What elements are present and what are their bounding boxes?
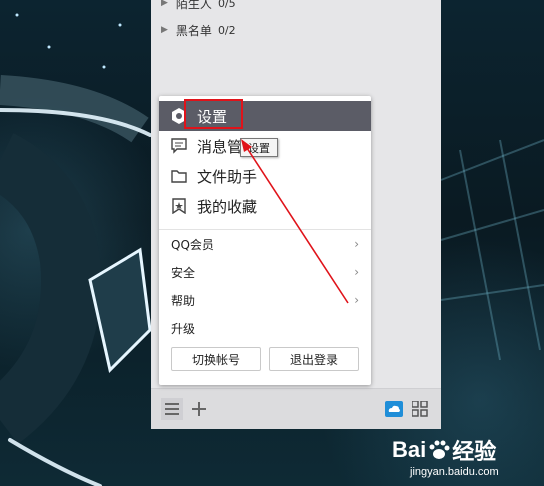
menu-item-label: 安全 — [171, 265, 196, 280]
settings-tooltip: 设置 — [240, 138, 278, 157]
menu-item-label: 消息管 — [197, 137, 243, 156]
app-manager-button[interactable] — [409, 398, 431, 420]
group-count: 0/5 — [217, 0, 236, 10]
add-button[interactable] — [188, 398, 210, 420]
switch-account-button[interactable]: 切换帐号 — [171, 347, 261, 371]
folder-icon — [170, 167, 188, 185]
menu-item-label: 我的收藏 — [197, 197, 258, 216]
chevron-right-icon: › — [354, 265, 359, 279]
apps-grid-icon — [412, 401, 428, 417]
menu-item-file-assistant[interactable]: 文件助手 — [159, 161, 371, 191]
menu-item-label: 帮助 — [171, 293, 196, 308]
menu-icon — [165, 403, 179, 415]
menu-item-label: 文件助手 — [197, 167, 258, 186]
main-menu-button[interactable] — [161, 398, 183, 420]
baidu-jingyan-watermark: Bai 经验 jingyan.baidu.com — [392, 434, 542, 486]
chevron-right-icon: › — [354, 237, 359, 251]
menu-item-help[interactable]: 帮助 › — [159, 286, 371, 314]
group-name: 黑名单 — [175, 23, 212, 38]
add-icon — [192, 402, 206, 416]
watermark-domain: jingyan.baidu.com — [410, 466, 499, 478]
logout-button[interactable]: 退出登录 — [269, 347, 359, 371]
contact-group-blacklist[interactable]: ▶ 黑名单 0/2 — [161, 19, 236, 41]
paw-icon — [429, 440, 450, 459]
baidu-logo: Bai 经验 — [392, 437, 497, 464]
group-count: 0/2 — [217, 23, 236, 37]
message-icon — [170, 137, 188, 155]
chevron-right-icon: › — [354, 293, 359, 307]
menu-item-label: QQ会员 — [171, 237, 214, 252]
bottom-toolbar — [151, 388, 441, 429]
menu-item-favorites[interactable]: 我的收藏 — [159, 191, 371, 221]
contact-group-strangers[interactable]: ▶ 陌生人 0/5 — [161, 0, 236, 14]
expand-triangle-icon: ▶ — [161, 25, 168, 35]
group-name: 陌生人 — [175, 0, 212, 11]
expand-triangle-icon: ▶ — [161, 0, 168, 8]
cloud-button[interactable] — [383, 398, 405, 420]
menu-item-upgrade[interactable]: 升级 — [159, 314, 371, 342]
annotation-highlight-box — [184, 99, 243, 129]
cloud-icon — [385, 401, 403, 417]
menu-item-security[interactable]: 安全 › — [159, 258, 371, 286]
menu-item-label: 升级 — [171, 321, 196, 336]
menu-item-qq-vip[interactable]: QQ会员 › — [159, 230, 371, 258]
bookmark-icon — [170, 197, 188, 215]
